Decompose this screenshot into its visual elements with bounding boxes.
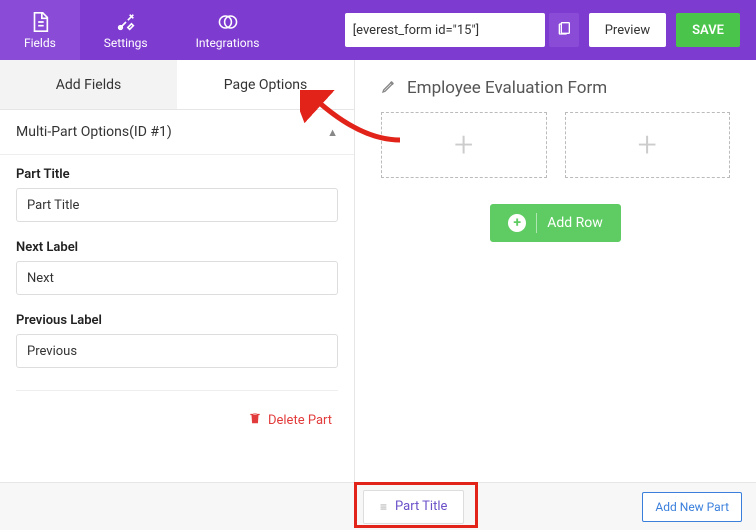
part-title-label: Part Title <box>16 167 338 182</box>
shortcode-input[interactable]: [everest_form id="15"] <box>345 13 545 47</box>
form-title[interactable]: Employee Evaluation Form <box>407 78 607 98</box>
multi-part-title: Multi-Part Options(ID #1) <box>16 124 172 140</box>
sidebar-tabs: Add Fields Page Options <box>0 60 354 110</box>
delete-part-button[interactable]: Delete Part <box>248 411 332 429</box>
nav-integrations[interactable]: Integrations <box>172 0 284 60</box>
tab-page-options[interactable]: Page Options <box>177 60 354 110</box>
nav-fields-label: Fields <box>24 36 56 50</box>
add-row-label: Add Row <box>547 215 603 231</box>
part-tab-label: Part Title <box>395 499 447 514</box>
nav-settings-label: Settings <box>104 36 148 50</box>
prev-label-input[interactable] <box>16 334 338 368</box>
integrations-icon <box>216 10 240 34</box>
next-label-label: Next Label <box>16 240 338 255</box>
plus-icon: + <box>638 125 657 165</box>
preview-button[interactable]: Preview <box>589 13 666 47</box>
shortcode-text: [everest_form id="15"] <box>353 23 479 38</box>
main-area: Add Fields Page Options Multi-Part Optio… <box>0 60 756 482</box>
nav-integrations-label: Integrations <box>196 36 260 50</box>
trash-icon <box>248 411 262 429</box>
sidebar: Add Fields Page Options Multi-Part Optio… <box>0 60 355 482</box>
drag-handle-icon: ≡ <box>380 500 387 514</box>
clipboard-icon <box>556 20 572 40</box>
prev-label-field: Previous Label <box>0 301 354 374</box>
tools-icon <box>115 10 137 34</box>
button-separator <box>536 213 537 233</box>
copy-shortcode-button[interactable] <box>549 13 579 47</box>
next-label-field: Next Label <box>0 228 354 301</box>
drop-row: + + <box>381 112 730 178</box>
chevron-up-icon: ▲ <box>327 126 338 139</box>
delete-part-label: Delete Part <box>268 413 332 428</box>
multi-part-header[interactable]: Multi-Part Options(ID #1) ▲ <box>0 110 354 155</box>
plus-icon: + <box>454 125 473 165</box>
next-label-input[interactable] <box>16 261 338 295</box>
part-title-input[interactable] <box>16 188 338 222</box>
drop-zone-2[interactable]: + <box>565 112 731 178</box>
part-tab[interactable]: ≡ Part Title <box>363 490 464 524</box>
prev-label-label: Previous Label <box>16 313 338 328</box>
nav-fields[interactable]: Fields <box>0 0 80 60</box>
add-new-part-button[interactable]: Add New Part <box>642 492 742 522</box>
file-icon <box>29 10 51 34</box>
tab-add-fields[interactable]: Add Fields <box>0 60 177 110</box>
part-title-field: Part Title <box>0 155 354 228</box>
plus-circle-icon: + <box>508 214 526 232</box>
top-header: Fields Settings Integrations [everest_fo… <box>0 0 756 60</box>
form-title-row: Employee Evaluation Form <box>381 78 730 98</box>
pencil-icon[interactable] <box>381 78 397 98</box>
save-button[interactable]: SAVE <box>676 13 740 47</box>
drop-zone-1[interactable]: + <box>381 112 547 178</box>
add-row-button[interactable]: + Add Row <box>490 204 621 242</box>
nav-settings[interactable]: Settings <box>80 0 172 60</box>
form-canvas: Employee Evaluation Form + + + Add Row <box>355 60 756 482</box>
footer-bar: ≡ Part Title Add New Part <box>0 482 756 530</box>
